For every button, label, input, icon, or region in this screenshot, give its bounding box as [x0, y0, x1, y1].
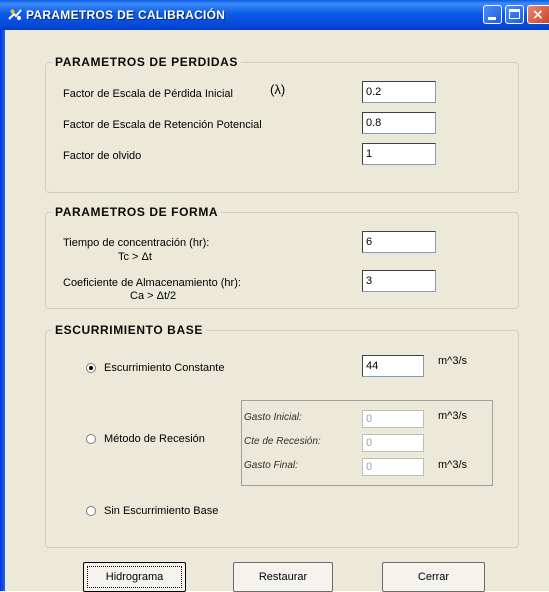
window-left-border: [0, 0, 5, 591]
gasto-inicial-input[interactable]: [362, 410, 424, 428]
coef-almacenamiento-label: Coeficiente de Almacenamiento (hr):: [63, 277, 241, 289]
hidrograma-button[interactable]: Hidrograma: [83, 562, 186, 592]
restaurar-button[interactable]: Restaurar: [233, 562, 333, 592]
radio-constante[interactable]: [86, 363, 96, 373]
title-bar[interactable]: PARAMETROS DE CALIBRACIÓN ×: [0, 0, 549, 30]
app-icon: [8, 9, 22, 20]
gasto-final-label: Gasto Final:: [244, 460, 298, 471]
factor-olvido-input[interactable]: [362, 143, 436, 165]
minimize-button[interactable]: [483, 5, 502, 24]
cte-recesion-input[interactable]: [362, 434, 424, 452]
maximize-icon: [509, 9, 520, 19]
radio-sin-base[interactable]: [86, 506, 96, 516]
gasto-inicial-unit: m^3/s: [438, 410, 467, 422]
gasto-final-input[interactable]: [362, 458, 424, 476]
tiempo-concentracion-input[interactable]: [362, 231, 436, 253]
base-group-title: ESCURRIMIENTO BASE: [52, 323, 206, 337]
window-title: PARAMETROS DE CALIBRACIÓN: [26, 8, 226, 22]
radio-recesion[interactable]: [86, 434, 96, 444]
factor-retencion-label: Factor de Escala de Retención Potencial: [63, 119, 262, 131]
forma-group: PARAMETROS DE FORMA: [45, 205, 519, 309]
radio-constante-label[interactable]: Escurrimiento Constante: [104, 362, 224, 374]
lambda-symbol: (λ): [270, 82, 286, 97]
perdidas-group-title: PARAMETROS DE PERDIDAS: [52, 55, 241, 69]
factor-inicial-label: Factor de Escala de Pérdida Inicial: [63, 88, 233, 100]
coef-condition: Ca > Δt/2: [130, 290, 177, 302]
restaurar-button-label: Restaurar: [258, 571, 308, 583]
radio-sin-base-label[interactable]: Sin Escurrimiento Base: [104, 505, 218, 517]
constante-input[interactable]: [362, 355, 424, 377]
minimize-icon: [488, 17, 496, 20]
gasto-inicial-label: Gasto Inicial:: [244, 412, 302, 423]
cerrar-button[interactable]: Cerrar: [382, 562, 485, 592]
maximize-button[interactable]: [505, 5, 524, 24]
radio-recesion-label[interactable]: Método de Recesión: [104, 433, 205, 445]
tiempo-concentracion-label: Tiempo de concentración (hr):: [63, 237, 210, 249]
cte-recesion-label: Cte de Recesión:: [244, 436, 321, 447]
close-icon: ×: [532, 7, 544, 23]
calibration-window: PARAMETROS DE CALIBRACIÓN × PARAMETROS D…: [0, 0, 549, 592]
factor-olvido-label: Factor de olvido: [63, 150, 142, 162]
coef-almacenamiento-input[interactable]: [362, 270, 436, 292]
tiempo-condition: Tc > Δt: [118, 251, 152, 263]
hidrograma-button-label: Hidrograma: [105, 571, 164, 583]
gasto-final-unit: m^3/s: [438, 459, 467, 471]
close-button[interactable]: ×: [527, 5, 549, 24]
constante-unit: m^3/s: [438, 355, 467, 367]
factor-inicial-input[interactable]: [362, 81, 436, 103]
factor-retencion-input[interactable]: [362, 112, 436, 134]
forma-group-title: PARAMETROS DE FORMA: [52, 205, 222, 219]
cerrar-button-label: Cerrar: [417, 571, 450, 583]
